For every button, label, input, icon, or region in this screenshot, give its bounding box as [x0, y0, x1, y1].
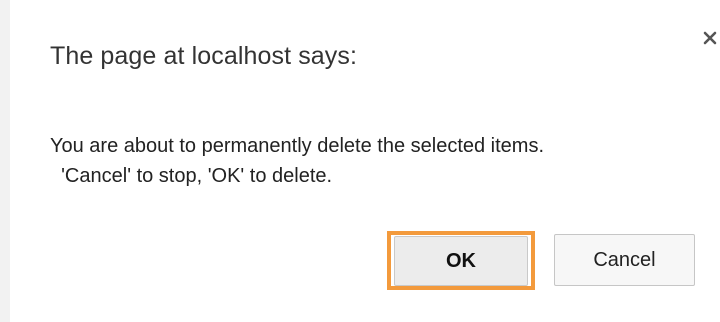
confirm-dialog: The page at localhost says: You are abou…	[0, 0, 720, 322]
ok-button[interactable]: OK	[394, 236, 528, 286]
close-button[interactable]	[694, 22, 720, 54]
dialog-title: The page at localhost says:	[50, 42, 358, 70]
message-line-1: You are about to permanently delete the …	[50, 135, 545, 157]
close-icon	[703, 31, 717, 45]
cancel-button[interactable]: Cancel	[554, 234, 695, 286]
message-line-2: 'Cancel' to stop, 'OK' to delete.	[50, 165, 333, 187]
dialog-message: You are about to permanently delete the …	[50, 131, 544, 191]
